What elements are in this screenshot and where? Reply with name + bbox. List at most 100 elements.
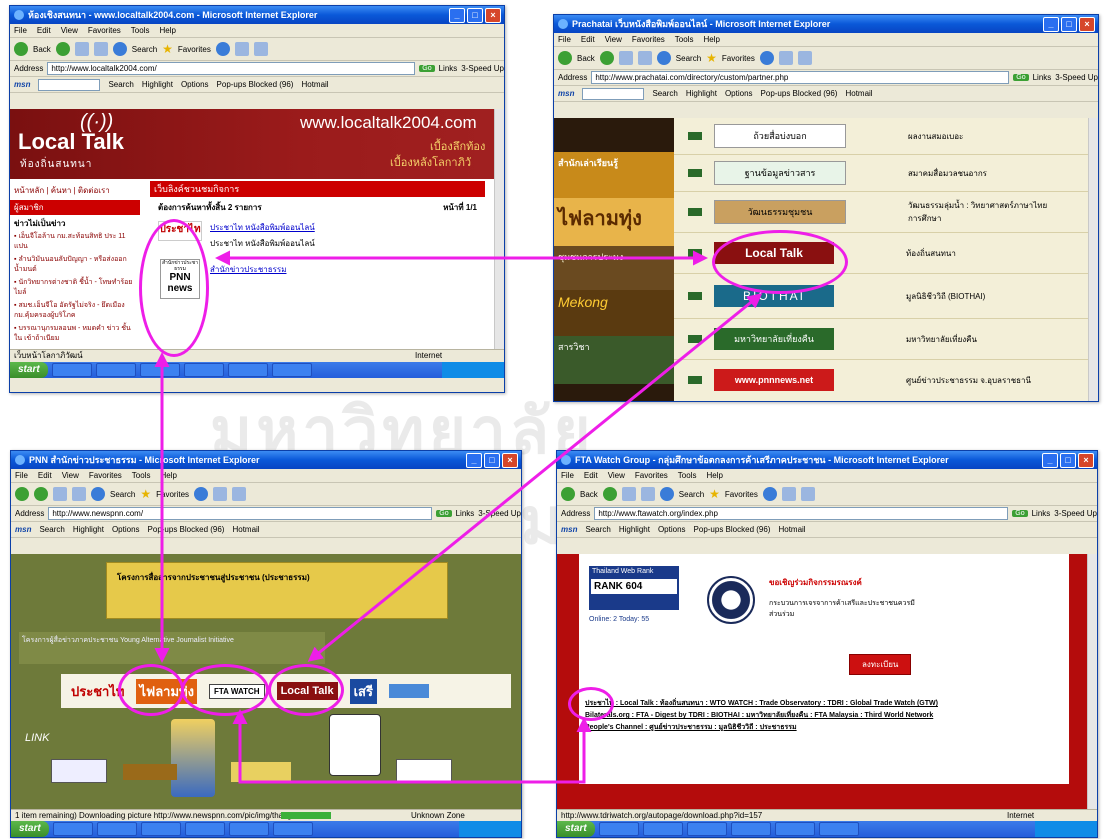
msn-options-button[interactable]: Options bbox=[658, 525, 686, 534]
forward-icon[interactable] bbox=[599, 51, 614, 65]
title-bar[interactable]: ห้องเชิงสนทนา - www.localtalk2004.com - … bbox=[10, 6, 504, 24]
vertical-scrollbar[interactable] bbox=[1088, 118, 1098, 401]
left-banner[interactable]: สารวิชา bbox=[554, 336, 674, 384]
menu-help[interactable]: Help bbox=[159, 26, 175, 35]
msn-options-button[interactable]: Options bbox=[181, 80, 209, 89]
partner-logo-small[interactable] bbox=[231, 762, 291, 782]
taskbar-item[interactable] bbox=[598, 822, 639, 836]
menu-file[interactable]: File bbox=[15, 471, 28, 480]
vertical-scrollbar[interactable] bbox=[494, 109, 504, 349]
print-icon[interactable] bbox=[232, 487, 247, 501]
maximize-button[interactable]: □ bbox=[1061, 16, 1077, 32]
refresh-icon[interactable] bbox=[93, 42, 108, 56]
mail-icon[interactable] bbox=[234, 42, 249, 56]
taskbar-item[interactable] bbox=[686, 822, 727, 836]
left-banner[interactable]: Mekong bbox=[554, 290, 674, 336]
msn-hotmail-button[interactable]: Hotmail bbox=[845, 89, 872, 98]
address-input[interactable]: http://www.ftawatch.org/index.php bbox=[594, 507, 1009, 520]
star-icon[interactable]: ★ bbox=[706, 51, 717, 65]
print-icon[interactable] bbox=[797, 51, 812, 65]
go-button[interactable]: Go bbox=[419, 65, 435, 72]
taskbar-item[interactable] bbox=[774, 822, 815, 836]
history-icon[interactable] bbox=[759, 51, 774, 65]
speedup-button[interactable]: 3-Speed Up bbox=[1054, 509, 1097, 518]
msn-hotmail-button[interactable]: Hotmail bbox=[778, 525, 805, 534]
mail-icon[interactable] bbox=[778, 51, 793, 65]
taskbar-item[interactable] bbox=[95, 363, 136, 377]
menu-view[interactable]: View bbox=[608, 471, 625, 480]
history-icon[interactable] bbox=[215, 42, 230, 56]
stop-icon[interactable] bbox=[621, 487, 636, 501]
msn-logo[interactable]: msn bbox=[15, 525, 31, 534]
minimize-button[interactable]: _ bbox=[1043, 16, 1059, 32]
taskbar-item[interactable] bbox=[227, 363, 268, 377]
partner-logo-small[interactable] bbox=[123, 764, 177, 780]
maximize-button[interactable]: □ bbox=[467, 7, 483, 23]
back-icon[interactable] bbox=[14, 42, 28, 56]
links-label[interactable]: Links bbox=[439, 64, 458, 73]
start-button[interactable]: start bbox=[10, 362, 48, 378]
maximize-button[interactable]: □ bbox=[484, 452, 500, 468]
left-banner[interactable]: ชุมชนการประมง bbox=[554, 246, 674, 290]
row-banner[interactable]: ถ้วยสื่อบ่งบอก bbox=[714, 124, 846, 148]
go-button[interactable]: Go bbox=[436, 510, 452, 517]
vertical-scrollbar[interactable] bbox=[1087, 554, 1097, 809]
favorites-button[interactable]: Favorites bbox=[722, 54, 755, 63]
taskbar-item[interactable] bbox=[183, 363, 224, 377]
menu-favorites[interactable]: Favorites bbox=[635, 471, 668, 480]
start-button[interactable]: start bbox=[11, 821, 49, 837]
msn-popups-button[interactable]: Pop-ups Blocked (96) bbox=[694, 525, 771, 534]
menu-view[interactable]: View bbox=[61, 26, 78, 35]
msn-search-input[interactable] bbox=[38, 78, 101, 91]
menu-favorites[interactable]: Favorites bbox=[89, 471, 122, 480]
star-icon[interactable]: ★ bbox=[162, 42, 173, 56]
menu-edit[interactable]: Edit bbox=[38, 471, 52, 480]
banner-logo[interactable]: Local Talk bbox=[18, 129, 124, 155]
msn-search-button[interactable]: Search bbox=[39, 525, 64, 534]
back-icon[interactable] bbox=[561, 487, 575, 501]
link-prachatai[interactable]: ประชาไท หนังสือพิมพ์ออนไลน์ bbox=[210, 221, 315, 234]
back-button[interactable]: Back bbox=[580, 490, 598, 499]
partner-logo-emblem[interactable] bbox=[171, 719, 215, 797]
list-item[interactable]: ▪ เอ็นจีโอล้าน กม.สะท้อนสิทธิ ประ 11 แปน bbox=[14, 232, 136, 252]
minimize-button[interactable]: _ bbox=[449, 7, 465, 23]
taskbar-item[interactable] bbox=[730, 822, 771, 836]
taskbar-item[interactable] bbox=[228, 822, 269, 836]
partner-logo-small[interactable] bbox=[51, 759, 107, 783]
close-button[interactable]: × bbox=[485, 7, 501, 23]
home-icon[interactable] bbox=[91, 487, 105, 501]
links-label[interactable]: Links bbox=[456, 509, 475, 518]
stop-icon[interactable] bbox=[618, 51, 633, 65]
links-label[interactable]: Links bbox=[1033, 73, 1052, 82]
partner-logo-small[interactable] bbox=[396, 759, 452, 783]
msn-hotmail-button[interactable]: Hotmail bbox=[301, 80, 328, 89]
msn-highlight-button[interactable]: Highlight bbox=[142, 80, 173, 89]
partner-seri[interactable]: เสรี bbox=[349, 678, 377, 704]
msn-options-button[interactable]: Options bbox=[725, 89, 753, 98]
menu-help[interactable]: Help bbox=[160, 471, 176, 480]
msn-popups-button[interactable]: Pop-ups Blocked (96) bbox=[217, 80, 294, 89]
msn-logo[interactable]: msn bbox=[14, 80, 30, 89]
taskbar-item[interactable] bbox=[140, 822, 181, 836]
go-button[interactable]: Go bbox=[1012, 510, 1028, 517]
home-icon[interactable] bbox=[112, 42, 127, 56]
search-button[interactable]: Search bbox=[132, 45, 157, 54]
star-icon[interactable]: ★ bbox=[709, 487, 720, 501]
left-banner[interactable]: สำนักเล่าเรียนรู้ bbox=[554, 152, 674, 198]
speedup-button[interactable]: 3-Speed Up bbox=[1055, 73, 1098, 82]
msn-search-button[interactable]: Search bbox=[652, 89, 677, 98]
title-bar[interactable]: FTA Watch Group - กลุ่มศึกษาข้อตกลงการค้… bbox=[557, 451, 1097, 469]
forward-icon[interactable] bbox=[602, 487, 617, 501]
menu-tools[interactable]: Tools bbox=[675, 35, 694, 44]
taskbar-item[interactable] bbox=[139, 363, 180, 377]
star-icon[interactable]: ★ bbox=[140, 487, 151, 501]
history-icon[interactable] bbox=[762, 487, 777, 501]
taskbar-item[interactable] bbox=[96, 822, 137, 836]
row-banner[interactable]: ฐานข้อมูลข่าวสาร bbox=[714, 161, 846, 185]
msn-popups-button[interactable]: Pop-ups Blocked (96) bbox=[148, 525, 225, 534]
taskbar-item[interactable] bbox=[271, 363, 312, 377]
refresh-icon[interactable] bbox=[72, 487, 86, 501]
left-banner[interactable]: ไฟลามทุ่ง bbox=[554, 198, 674, 246]
msn-highlight-button[interactable]: Highlight bbox=[686, 89, 717, 98]
links-label[interactable]: Links bbox=[1032, 509, 1051, 518]
